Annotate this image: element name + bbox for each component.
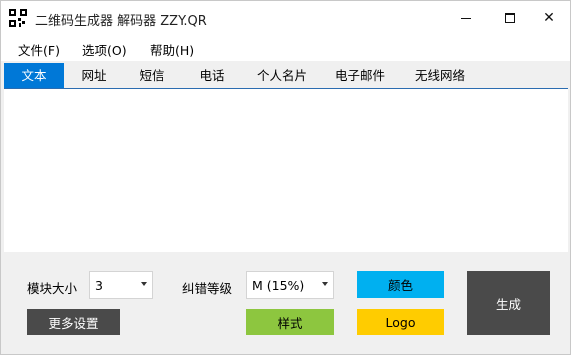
tab-email[interactable]: 电子邮件 <box>328 63 392 88</box>
module-size-label: 模块大小 <box>27 281 78 296</box>
window-title: 二维码生成器 解码器 ZZY.QR <box>35 14 207 29</box>
chevron-down-icon <box>141 282 147 286</box>
tab-vcard[interactable]: 个人名片 <box>250 63 314 88</box>
minimize-icon <box>461 17 471 19</box>
close-icon: ✕ <box>543 10 555 26</box>
ecc-label: 纠错等级 <box>182 281 233 296</box>
tab-wifi[interactable]: 无线网络 <box>406 63 474 88</box>
content-textarea[interactable] <box>4 88 568 252</box>
tab-phone[interactable]: 电话 <box>192 63 232 88</box>
app-window: 二维码生成器 解码器 ZZY.QR ✕ 文件(F) 选项(O) 帮助(H) 文本… <box>0 0 571 355</box>
menu-bar: 文件(F) 选项(O) 帮助(H) <box>1 35 570 61</box>
style-button[interactable]: 样式 <box>246 309 334 335</box>
tab-text[interactable]: 文本 <box>4 63 64 88</box>
tab-strip: 文本 网址 短信 电话 个人名片 电子邮件 无线网络 <box>1 63 570 88</box>
module-size-select[interactable]: 3 <box>89 271 153 299</box>
tab-sms[interactable]: 短信 <box>132 63 172 88</box>
ecc-select[interactable]: M (15%) <box>246 271 334 299</box>
more-settings-button[interactable]: 更多设置 <box>27 309 120 335</box>
module-size-value: 3 <box>95 278 103 293</box>
menu-help[interactable]: 帮助(H) <box>150 40 194 59</box>
controls-panel: 模块大小 3 纠错等级 M (15%) 颜色 生成 更多设置 样式 Logo <box>1 253 570 354</box>
tab-url[interactable]: 网址 <box>74 63 114 88</box>
menu-file[interactable]: 文件(F) <box>18 40 60 59</box>
chevron-down-icon <box>322 282 328 286</box>
qr-code-icon <box>9 9 27 27</box>
color-button[interactable]: 颜色 <box>357 271 444 298</box>
maximize-icon <box>505 13 515 23</box>
ecc-value: M (15%) <box>252 278 305 293</box>
generate-button[interactable]: 生成 <box>467 271 550 335</box>
close-button[interactable]: ✕ <box>528 1 570 35</box>
logo-button[interactable]: Logo <box>357 309 444 335</box>
maximize-button[interactable] <box>489 1 531 35</box>
minimize-button[interactable] <box>445 1 487 35</box>
title-bar: 二维码生成器 解码器 ZZY.QR ✕ <box>1 1 570 35</box>
menu-options[interactable]: 选项(O) <box>82 40 127 59</box>
